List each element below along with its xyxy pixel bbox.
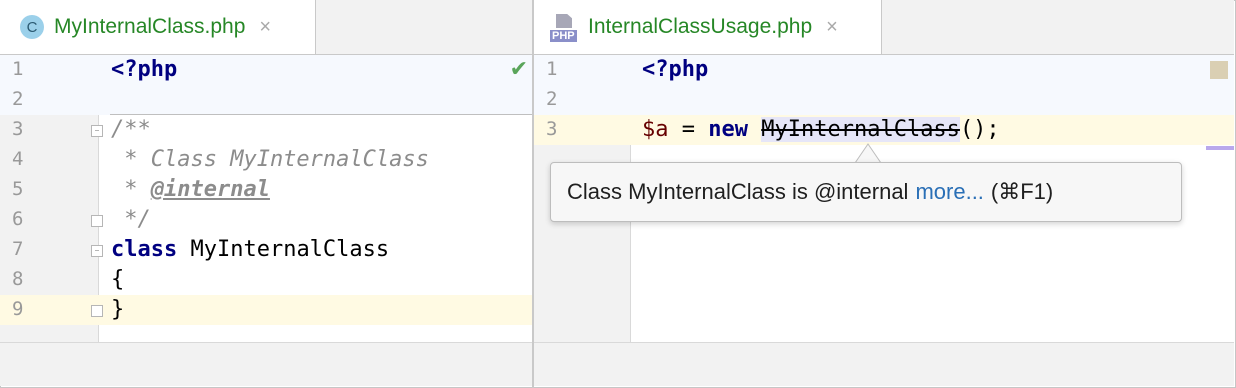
close-brace: } [111, 297, 125, 322]
code-line: 6 */ [0, 205, 532, 235]
assign-operator: = [668, 117, 709, 142]
line-number: 2 [546, 88, 558, 110]
doc-comment-prefix: * [111, 177, 151, 202]
warning-marker-icon[interactable] [1210, 61, 1228, 79]
method-separator [110, 114, 532, 115]
line-number: 7 [12, 238, 24, 260]
code-line: 7 class MyInternalClass [0, 235, 532, 265]
close-tab-icon[interactable]: × [259, 16, 271, 39]
right-bottom-bar [534, 342, 1234, 386]
close-tab-icon[interactable]: × [826, 16, 838, 39]
class-keyword: class [111, 237, 178, 262]
tooltip-message: Class MyInternalClass is @internal [567, 179, 909, 204]
line-number: 6 [12, 208, 24, 230]
shortcut-hint: (⌘F1) [990, 179, 1054, 204]
code-line: 3 /** [0, 115, 532, 145]
line-number: 3 [12, 118, 24, 140]
php-open-tag: <?php [111, 57, 178, 82]
fold-end-icon[interactable] [91, 215, 103, 227]
code-line: 2 [0, 85, 532, 115]
code-line: 8 { [0, 265, 532, 295]
internal-class-reference[interactable]: MyInternalClass [761, 117, 960, 142]
line-number: 1 [12, 58, 24, 80]
doc-comment-tag-line: * @internal [111, 176, 270, 204]
class-name: MyInternalClass [177, 237, 390, 262]
left-bottom-bar [0, 342, 532, 386]
doc-comment-end: */ [111, 207, 151, 232]
more-link[interactable]: more... [915, 179, 983, 205]
current-code-line: 9 } [0, 295, 532, 325]
code-line: 2 [534, 85, 1234, 115]
tab-label: InternalClassUsage.php [588, 15, 813, 38]
php-open-tag: <?php [642, 57, 709, 82]
doc-comment-text: * Class MyInternalClass [111, 147, 429, 172]
line-number: 1 [546, 58, 558, 80]
open-brace: { [111, 267, 125, 292]
code-line: 1 <?php ✔ [0, 55, 532, 85]
fold-marker-icon[interactable] [91, 245, 103, 257]
tab-label: MyInternalClass.php [54, 15, 246, 38]
php-file-icon: PHP [550, 12, 582, 42]
line-number: 9 [12, 298, 24, 320]
new-keyword: new [708, 117, 748, 142]
code-line: 4 * Class MyInternalClass [0, 145, 532, 175]
right-tab-bar: PHP InternalClassUsage.php × [534, 0, 1234, 55]
checkmark-icon: ✔ [509, 57, 528, 82]
call-parens: (); [959, 117, 1000, 142]
current-code-line: 3 $a = new MyInternalClass(); [534, 115, 1234, 145]
internal-doc-tag: @internal [150, 177, 270, 202]
fold-marker-icon[interactable] [91, 125, 103, 137]
line-number: 3 [546, 118, 558, 140]
inspection-tooltip: Class MyInternalClass is @internal more.… [550, 162, 1182, 222]
class-declaration: class MyInternalClass [111, 236, 389, 264]
code-line: 5 * @internal [0, 175, 532, 205]
left-tab-bar: C MyInternalClass.php × [0, 0, 532, 55]
class-icon: C [20, 15, 44, 39]
tab-internal-class-usage[interactable]: PHP InternalClassUsage.php × [534, 0, 882, 54]
line-number: 8 [12, 268, 24, 290]
line-number: 4 [12, 148, 24, 170]
tab-my-internal-class[interactable]: C MyInternalClass.php × [0, 0, 316, 54]
error-stripe-mark[interactable] [1206, 146, 1234, 150]
line-number: 5 [12, 178, 24, 200]
assignment-statement: $a = new MyInternalClass(); [642, 116, 1000, 144]
fold-end-icon[interactable] [91, 305, 103, 317]
line-number: 2 [12, 88, 24, 110]
left-editor-pane: C MyInternalClass.php × 1 <?php ✔ 2 3 /*… [0, 0, 532, 386]
variable: $a [642, 117, 669, 142]
code-line: 1 <?php [534, 55, 1234, 85]
doc-comment-start: /** [111, 117, 151, 142]
